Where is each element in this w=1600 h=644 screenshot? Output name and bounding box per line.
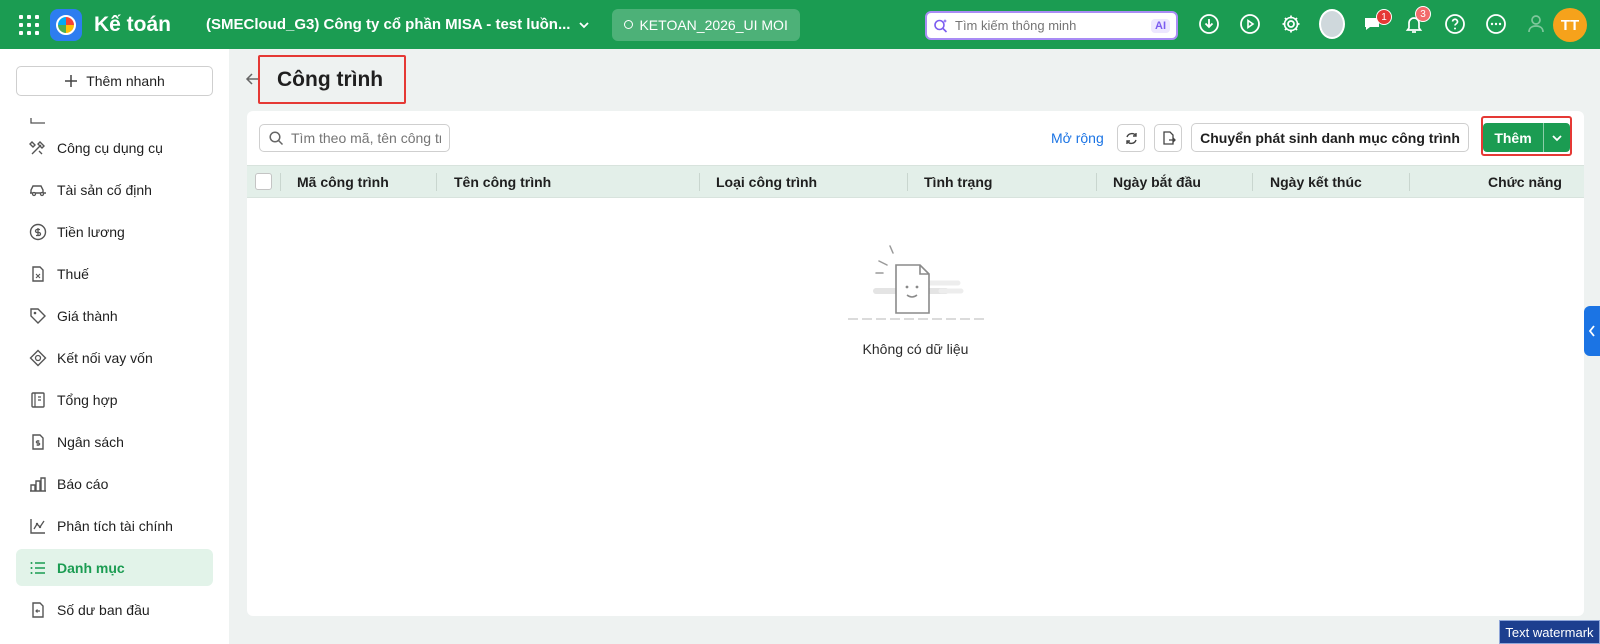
sidebar-item-financial-analysis[interactable]: Phân tích tài chính <box>16 507 213 544</box>
side-panel-toggle[interactable] <box>1584 306 1600 356</box>
ai-search-input[interactable] <box>955 18 1151 33</box>
dollar-circle-icon <box>29 223 47 240</box>
sidebar-item-label: Tiền lương <box>57 223 125 240</box>
sidebar-item-label: Thuế <box>57 265 89 282</box>
sidebar-item-costing[interactable]: Giá thành <box>16 297 213 334</box>
download-icon[interactable] <box>1196 9 1222 39</box>
app-grid-icon[interactable] <box>19 14 39 35</box>
ai-badge: AI <box>1151 18 1170 33</box>
plus-icon <box>65 75 78 87</box>
list-icon <box>30 561 45 574</box>
sidebar-item-label: Ngân sách <box>57 433 124 450</box>
app-title: Kế toán <box>94 12 172 36</box>
status-dot-icon <box>624 20 634 29</box>
refresh-icon <box>1125 132 1137 144</box>
company-name: (SMECloud_G3) Công ty cổ phần MISA - tes… <box>206 16 571 33</box>
opening-balance-icon <box>32 601 44 618</box>
sidebar-item-reports[interactable]: Báo cáo <box>16 465 213 502</box>
sidebar-item-general[interactable]: Tổng hợp <box>16 381 213 418</box>
add-dropdown-button[interactable] <box>1544 123 1570 152</box>
user-avatar-icon[interactable] <box>1319 9 1345 39</box>
app-logo <box>50 8 82 41</box>
sidebar: Thêm nhanh Công cụ dụng cụ Tài sản cố đị… <box>0 49 229 644</box>
sidebar-item-label: Báo cáo <box>57 475 109 492</box>
gear-icon[interactable] <box>1278 9 1304 39</box>
sidebar-menu: Công cụ dụng cụ Tài sản cố định Tiền lươ… <box>16 108 213 633</box>
ai-search-icon <box>934 18 948 33</box>
text-watermark: Text watermark <box>1499 620 1600 644</box>
quick-add-label: Thêm nhanh <box>86 73 165 89</box>
more-icon[interactable] <box>1483 9 1509 39</box>
sidebar-item-label: Giá thành <box>57 307 118 324</box>
column-header[interactable]: Mã công trình <box>297 166 389 197</box>
empty-state: Không có dữ liệu <box>247 241 1584 357</box>
refresh-button[interactable] <box>1117 124 1145 152</box>
sidebar-item-loan-connect[interactable]: Kết nối vay vốn <box>16 339 213 376</box>
sidebar-item-tax[interactable]: Thuế <box>16 255 213 292</box>
add-button-group[interactable]: Thêm <box>1483 123 1570 152</box>
notification-badge: 3 <box>1415 6 1431 22</box>
car-icon <box>30 184 46 196</box>
database-chip[interactable]: KETOAN_2026_UI MOI <box>612 8 800 41</box>
select-all-checkbox[interactable] <box>255 173 272 190</box>
sidebar-item-payroll[interactable]: Tiền lương <box>16 213 213 250</box>
database-name: KETOAN_2026_UI MOI <box>639 16 788 33</box>
company-selector[interactable]: (SMECloud_G3) Công ty cổ phần MISA - tes… <box>206 16 590 33</box>
sidebar-item-tools[interactable]: Công cụ dụng cụ <box>16 129 213 166</box>
search-icon <box>269 130 284 145</box>
column-header[interactable]: Ngày kết thúc <box>1270 166 1362 197</box>
user-settings-icon[interactable] <box>1524 9 1550 39</box>
bell-icon[interactable]: 3 <box>1401 6 1431 39</box>
table-header: Mã công trình Tên công trình Loại công t… <box>247 165 1584 198</box>
chevron-down-icon <box>1552 134 1562 141</box>
expand-link[interactable]: Mở rộng <box>1051 130 1104 146</box>
sidebar-item-opening-balance[interactable]: Số dư ban đầu <box>16 591 213 628</box>
sidebar-item-partial[interactable] <box>16 108 213 124</box>
quick-add-button[interactable]: Thêm nhanh <box>16 66 213 96</box>
column-header[interactable]: Tình trạng <box>924 166 992 197</box>
play-icon[interactable] <box>1237 9 1263 39</box>
ledger-icon <box>31 391 45 408</box>
page-title: Công trình <box>277 67 384 91</box>
page-title-highlight: Công trình <box>258 55 406 104</box>
partial-icon <box>30 118 45 124</box>
sidebar-item-label: Tài sản cố định <box>57 181 152 198</box>
sidebar-item-label: Tổng hợp <box>57 391 118 408</box>
sidebar-item-label: Số dư ban đầu <box>57 601 150 618</box>
chat-badge: 1 <box>1376 9 1392 25</box>
export-button[interactable] <box>1154 124 1182 152</box>
sidebar-item-label: Kết nối vay vốn <box>57 349 153 366</box>
search-input[interactable] <box>291 130 441 146</box>
sidebar-item-label: Danh mục <box>57 559 125 576</box>
chevron-down-icon <box>579 21 590 28</box>
analytics-icon <box>30 518 45 534</box>
loan-link-icon <box>29 349 47 366</box>
chevron-left-icon <box>1588 325 1595 337</box>
empty-state-text: Không có dữ liệu <box>862 341 969 357</box>
sidebar-item-catalog[interactable]: Danh mục <box>16 549 213 586</box>
sidebar-item-budget[interactable]: Ngân sách <box>16 423 213 460</box>
convert-catalog-button[interactable]: Chuyển phát sinh danh mục công trình <box>1191 123 1469 152</box>
search-box[interactable] <box>259 124 450 152</box>
empty-document-icon <box>847 245 984 320</box>
tax-document-icon <box>32 265 44 282</box>
chat-icon[interactable]: 1 <box>1360 9 1392 39</box>
column-header[interactable]: Loại công trình <box>716 166 817 197</box>
budget-document-icon <box>32 433 44 450</box>
add-button[interactable]: Thêm <box>1483 123 1543 152</box>
export-file-icon <box>1162 130 1176 145</box>
column-header[interactable]: Tên công trình <box>454 166 551 197</box>
sidebar-item-label: Phân tích tài chính <box>57 517 173 534</box>
tools-icon <box>29 140 45 154</box>
ai-search-box[interactable]: AI <box>925 11 1178 40</box>
user-initials-avatar[interactable]: TT <box>1553 8 1587 42</box>
list-panel: Mở rộng Chuyển phát sinh danh mục công t… <box>247 111 1584 616</box>
column-header[interactable]: Chức năng <box>1488 166 1562 197</box>
column-header[interactable]: Ngày bắt đầu <box>1113 166 1201 197</box>
sidebar-item-label: Công cụ dụng cụ <box>57 139 163 156</box>
price-tag-icon <box>30 307 46 324</box>
help-icon[interactable] <box>1442 9 1468 39</box>
bar-chart-icon <box>30 476 46 492</box>
sidebar-item-fixed-assets[interactable]: Tài sản cố định <box>16 171 213 208</box>
